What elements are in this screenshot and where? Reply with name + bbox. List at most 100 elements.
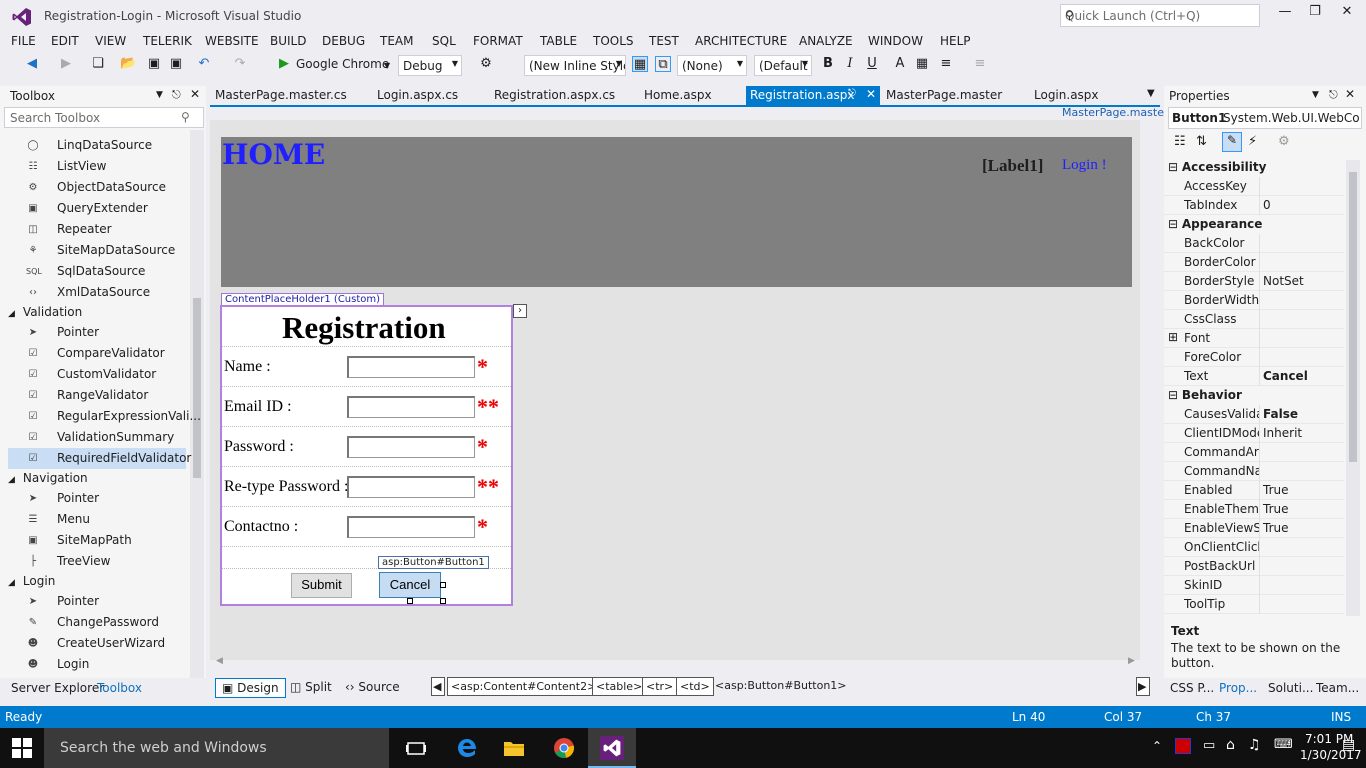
close-window-button[interactable]: ✕ xyxy=(1332,4,1362,26)
alphabetical-icon[interactable]: ⇅ xyxy=(1196,134,1207,149)
tab-login-aspx-cs[interactable]: Login.aspx.cs xyxy=(377,88,458,102)
menu-debug[interactable]: DEBUG xyxy=(322,34,365,48)
property-row[interactable]: TabIndex 0 xyxy=(1164,196,1344,215)
toolbox-item-pointer[interactable]: ➤ Pointer xyxy=(8,591,186,612)
property-value[interactable]: Cancel xyxy=(1263,369,1308,383)
toolbox-item-listview[interactable]: ☷ ListView xyxy=(8,156,186,177)
toolbox-item-treeview[interactable]: ├ TreeView xyxy=(8,551,186,572)
menu-table[interactable]: TABLE xyxy=(540,34,577,48)
toolbox-search-input[interactable]: Search Toolbox ⚲ xyxy=(4,107,204,128)
smart-tag-arrow-icon[interactable]: › xyxy=(513,304,527,318)
contactno-input[interactable] xyxy=(347,516,475,538)
tab-source-view[interactable]: ‹› Source xyxy=(339,678,406,696)
tab-overflow-icon[interactable]: ▼ xyxy=(1147,88,1155,99)
save-icon[interactable]: ▣ xyxy=(146,56,162,72)
resize-handle[interactable] xyxy=(440,598,446,604)
menu-telerik[interactable]: TELERIK xyxy=(143,34,192,48)
tab-team-explorer[interactable]: Team... xyxy=(1316,681,1359,695)
property-row[interactable]: BorderWidth xyxy=(1164,291,1344,310)
property-row[interactable]: EnableTheminTrue xyxy=(1164,500,1344,519)
menu-website[interactable]: WEBSITE xyxy=(205,34,259,48)
tab-registration-aspx-cs[interactable]: Registration.aspx.cs xyxy=(494,88,615,102)
menu-format[interactable]: FORMAT xyxy=(473,34,523,48)
property-value[interactable]: True xyxy=(1263,483,1289,497)
breadcrumb-tr[interactable]: <tr> xyxy=(642,677,678,696)
menu-view[interactable]: VIEW xyxy=(95,34,126,48)
events-icon[interactable]: ⚡ xyxy=(1248,134,1257,149)
redo-icon[interactable]: ↷ xyxy=(232,56,248,72)
tab-masterpage-master[interactable]: MasterPage.master xyxy=(886,88,1002,102)
toolbox-scroll-thumb[interactable] xyxy=(193,298,201,478)
quick-launch-input[interactable]: Quick Launch (Ctrl+Q) ⚲ xyxy=(1060,4,1260,27)
property-row[interactable]: CssClass xyxy=(1164,310,1344,329)
property-row[interactable]: OnClientClick xyxy=(1164,538,1344,557)
fore-color-icon[interactable]: A xyxy=(892,56,908,72)
close-icon[interactable]: ✕ xyxy=(190,87,200,101)
chevron-down-icon[interactable]: ▼ xyxy=(156,90,163,100)
chevron-down-icon[interactable]: ▼ xyxy=(1312,90,1319,100)
breadcrumb-td[interactable]: <td> xyxy=(676,677,714,696)
pin-icon[interactable]: ⎋ xyxy=(172,88,181,102)
run-target-button[interactable]: Google Chrome xyxy=(296,57,389,71)
align-icon[interactable]: ≡ xyxy=(938,56,954,72)
name-input[interactable] xyxy=(347,356,475,378)
property-value[interactable]: NotSet xyxy=(1263,274,1304,288)
toolbox-item-requiredfieldvalidator[interactable]: ☑ RequiredFieldValidator xyxy=(8,448,191,469)
notifications-icon[interactable]: ▤ xyxy=(1342,737,1355,753)
property-row[interactable]: BorderStyle NotSet xyxy=(1164,272,1344,291)
tab-design-view[interactable]: ▣ Design xyxy=(215,678,286,698)
expand-icon[interactable]: ⊞ xyxy=(1168,330,1178,344)
save-all-icon[interactable]: ▣ xyxy=(168,56,184,72)
tab-split-view[interactable]: ◫ Split xyxy=(284,678,338,696)
property-row[interactable]: Enabled True xyxy=(1164,481,1344,500)
toolbox-item-createuserwizard[interactable]: ☻ CreateUserWizard xyxy=(8,633,186,654)
scroll-right-icon[interactable]: ▶ xyxy=(1128,656,1135,666)
keyboard-icon[interactable]: ⌨ xyxy=(1274,737,1293,752)
battery-icon[interactable]: ▭ xyxy=(1203,738,1215,753)
toolbox-item-customvalidator[interactable]: ☑ CustomValidator xyxy=(8,364,186,385)
property-row[interactable]: CausesValidatiFalse xyxy=(1164,405,1344,424)
toolbox-item-repeater[interactable]: ◫ Repeater xyxy=(8,219,186,240)
solution-config-select[interactable]: Debug ▼ xyxy=(398,55,462,76)
cancel-button[interactable]: Cancel xyxy=(379,572,441,598)
collapse-icon[interactable]: ⊟ xyxy=(1168,217,1182,231)
forward-icon[interactable]: ▶ xyxy=(58,56,74,72)
toolbox-item-xmldatasource[interactable]: ‹› XmlDataSource xyxy=(8,282,186,303)
tab-css-properties[interactable]: CSS P... xyxy=(1170,681,1214,695)
property-row[interactable]: EnableViewStaTrue xyxy=(1164,519,1344,538)
bullets-icon[interactable]: ≡ xyxy=(972,56,988,72)
breadcrumb-prev-icon[interactable]: ◀ xyxy=(431,677,445,696)
submit-button[interactable]: Submit xyxy=(291,573,352,598)
attach-icon[interactable]: ⚙ xyxy=(478,56,494,72)
toolbox-category-login[interactable]: ◢ Login xyxy=(8,574,55,588)
breadcrumb-next-icon[interactable]: ▶ xyxy=(1136,677,1150,696)
properties-scroll-thumb[interactable] xyxy=(1349,172,1357,462)
menu-analyze[interactable]: ANALYZE xyxy=(799,34,853,48)
design-horizontal-scrollbar[interactable]: ◀ ▶ xyxy=(210,656,1140,670)
toolbox-item-pointer[interactable]: ➤ Pointer xyxy=(8,488,186,509)
property-row[interactable]: SkinID xyxy=(1164,576,1344,595)
tab-masterpage-master-cs[interactable]: MasterPage.master.cs xyxy=(215,88,347,102)
categorized-icon[interactable]: ☷ xyxy=(1174,134,1186,149)
windows-start-icon[interactable] xyxy=(12,738,32,758)
toolbox-item-pointer[interactable]: ➤ Pointer xyxy=(8,322,186,343)
master-page-link[interactable]: MasterPage.master xyxy=(1062,106,1168,119)
label1[interactable]: [Label1] xyxy=(982,156,1043,176)
property-value[interactable]: True xyxy=(1263,502,1289,516)
target-rule-select[interactable]: (None) ▼ xyxy=(677,55,747,76)
restore-button[interactable]: ❐ xyxy=(1300,4,1330,26)
toolbox-item-linqdatasource[interactable]: ◯ LinqDataSource xyxy=(8,135,186,156)
property-row[interactable]: ⊞ Font xyxy=(1164,329,1344,348)
style-select[interactable]: (New Inline Style ▼ xyxy=(524,55,626,76)
menu-architecture[interactable]: ARCHITECTURE xyxy=(695,34,787,48)
close-icon[interactable]: ✕ xyxy=(1345,87,1355,101)
underline-button[interactable]: U xyxy=(864,56,880,72)
property-category[interactable]: ⊟ Accessibility xyxy=(1168,160,1266,174)
close-icon[interactable]: ✕ xyxy=(866,87,876,101)
toolbox-item-menu[interactable]: ☰ Menu xyxy=(8,509,186,530)
design-vertical-scrollbar[interactable] xyxy=(1142,120,1156,656)
tab-server-explorer[interactable]: Server Explorer xyxy=(11,681,104,695)
property-row[interactable]: PostBackUrl xyxy=(1164,557,1344,576)
toolbox-item-rangevalidator[interactable]: ☑ RangeValidator xyxy=(8,385,186,406)
toolbox-item-changepassword[interactable]: ✎ ChangePassword xyxy=(8,612,186,633)
